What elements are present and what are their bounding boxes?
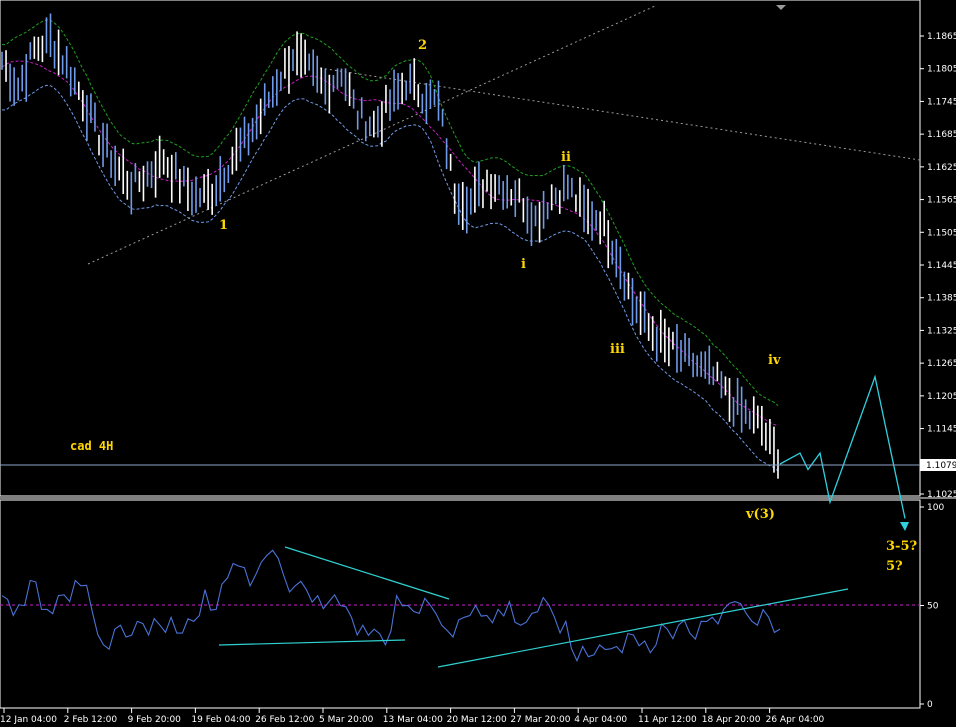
time-tick-label: 9 Feb 20:00 bbox=[128, 715, 182, 725]
chart-canvas: 1.1865 1.1805 1.1745 1.1685 1.1625 1.1565 1.15… bbox=[0, 0, 956, 725]
price-panel-border bbox=[0, 0, 921, 497]
time-tick-label: 11 Apr 12:00 bbox=[638, 715, 697, 725]
oscillator-trendlines bbox=[218, 546, 849, 668]
oscillator-trendline-rising bbox=[437, 588, 849, 668]
upper-envelope-line bbox=[1, 19, 779, 406]
price-tick-label: 1.1265 bbox=[927, 359, 956, 369]
wave-label-i: i bbox=[521, 257, 526, 272]
projected-wave-path bbox=[779, 374, 906, 519]
price-tick-label: 1.1685 bbox=[927, 130, 956, 140]
oscillator-axis: 100 50 0 bbox=[920, 503, 944, 710]
price-bars bbox=[1, 13, 779, 479]
price-tick-label: 1.1625 bbox=[927, 163, 956, 173]
time-tick-label: 13 Mar 04:00 bbox=[383, 715, 443, 725]
time-tick-label: 4 Apr 04:00 bbox=[574, 715, 627, 725]
time-tick-label: 5 Mar 20:00 bbox=[319, 715, 374, 725]
time-tick-label: 26 Apr 04:00 bbox=[766, 715, 825, 725]
oscillator-tick-label: 0 bbox=[927, 700, 933, 710]
wave-label-3-5: 3-5? bbox=[886, 539, 917, 554]
oscillator-trendline-upper bbox=[284, 546, 450, 600]
price-tick-label: 1.1325 bbox=[927, 326, 956, 336]
wave-label-iii: iii bbox=[610, 342, 625, 357]
time-tick-label: 12 Jan 04:00 bbox=[0, 715, 57, 725]
oscillator-tick-label: 50 bbox=[927, 602, 939, 612]
current-price-label: 1.1079 bbox=[926, 461, 956, 471]
time-tick-label: 26 Feb 12:00 bbox=[255, 715, 314, 725]
price-axis: 1.1865 1.1805 1.1745 1.1685 1.1625 1.1565 1.15… bbox=[920, 32, 956, 500]
price-tick-label: 1.1145 bbox=[927, 425, 956, 435]
oscillator-tick-label: 100 bbox=[927, 503, 944, 513]
price-tick-label: 1.1025 bbox=[927, 490, 956, 500]
rising-trendline bbox=[87, 5, 656, 265]
time-tick-label: 20 Mar 12:00 bbox=[447, 715, 507, 725]
wave-label-v3: v(3) bbox=[745, 507, 775, 522]
trendlines bbox=[87, 5, 921, 265]
price-tick-label: 1.1565 bbox=[927, 196, 956, 206]
price-tick-label: 1.1445 bbox=[927, 261, 956, 271]
wave-label-iv: iv bbox=[768, 353, 781, 368]
price-tick-label: 1.1205 bbox=[927, 392, 956, 402]
time-axis: 12 Jan 04:00 2 Feb 12:00 9 Feb 20:00 19 Feb… bbox=[0, 708, 825, 725]
envelope-bands bbox=[1, 19, 779, 472]
time-tick-label: 19 Feb 04:00 bbox=[191, 715, 250, 725]
wave-projection bbox=[779, 374, 909, 531]
oscillator-trendline-lower bbox=[218, 639, 406, 646]
lower-envelope-line bbox=[1, 84, 779, 472]
wave-label-1: 1 bbox=[219, 218, 228, 233]
time-tick-label: 18 Apr 20:00 bbox=[702, 715, 761, 725]
price-tick-label: 1.1745 bbox=[927, 97, 956, 107]
chart-title: cad 4H bbox=[70, 439, 113, 453]
price-tick-label: 1.1865 bbox=[927, 32, 956, 42]
wave-label-ii: ii bbox=[561, 150, 571, 165]
time-tick-label: 2 Feb 12:00 bbox=[64, 715, 118, 725]
price-tick-label: 1.1385 bbox=[927, 294, 956, 304]
projection-arrowhead bbox=[900, 522, 909, 531]
wave-label-5: 5? bbox=[886, 559, 903, 574]
wave-label-2: 2 bbox=[418, 38, 427, 53]
time-tick-label: 27 Mar 20:00 bbox=[510, 715, 570, 725]
price-tick-label: 1.1505 bbox=[927, 228, 956, 238]
oscillator-panel-border bbox=[0, 499, 921, 709]
chart-shift-marker[interactable] bbox=[776, 5, 786, 10]
price-tick-label: 1.1805 bbox=[927, 65, 956, 75]
